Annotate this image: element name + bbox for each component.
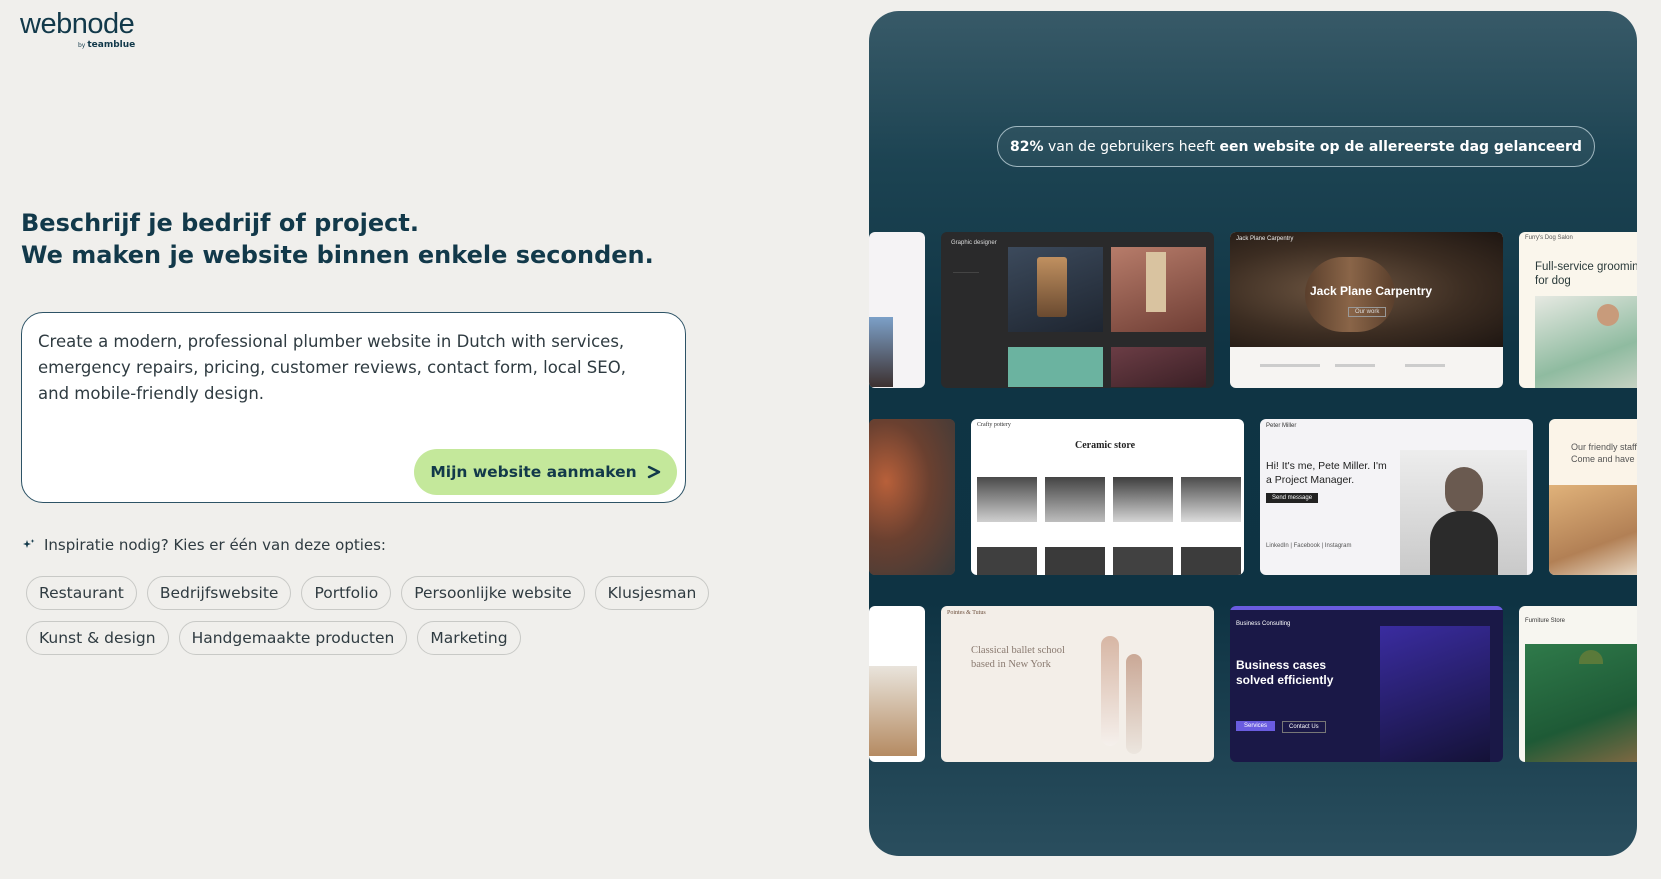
showcase-panel: 82% van de gebruikers heeft een website …	[869, 11, 1637, 856]
headline-line-1: Beschrijf je bedrijf of project.	[21, 209, 419, 237]
chip-klusjesman[interactable]: Klusjesman	[594, 576, 710, 610]
sparkle-icon	[23, 539, 35, 548]
logo-byline: by teamblue	[78, 40, 136, 50]
template-preview-graphic-designer: Graphic designer	[941, 232, 1214, 388]
create-website-label: Mijn website aanmaken	[430, 463, 637, 481]
template-preview-partial	[869, 232, 925, 388]
template-preview-furniture-store: Furniture Store	[1519, 606, 1637, 762]
chip-portfolio[interactable]: Portfolio	[301, 576, 392, 610]
template-preview-partial	[869, 419, 955, 575]
prompt-input-box[interactable]: Create a modern, professional plumber we…	[21, 312, 686, 503]
template-preview-pottery: Crafty pottery Ceramic store	[971, 419, 1244, 575]
prompt-textarea[interactable]: Create a modern, professional plumber we…	[38, 329, 638, 407]
chip-persoonlijke-website[interactable]: Persoonlijke website	[401, 576, 585, 610]
chip-bedrijfswebsite[interactable]: Bedrijfswebsite	[146, 576, 292, 610]
template-preview-business-consulting: Business Consulting Business cases solve…	[1230, 606, 1503, 762]
template-preview-partial	[869, 606, 925, 762]
template-preview-dog-salon: Furry's Dog Salon Full-service grooming …	[1519, 232, 1637, 388]
create-website-button[interactable]: Mijn website aanmaken	[414, 449, 677, 495]
webnode-logo[interactable]: webnode by teamblue	[20, 8, 135, 50]
chip-restaurant[interactable]: Restaurant	[26, 576, 137, 610]
template-preview-friendly-staff: Our friendly staff wi Come and have you	[1549, 419, 1637, 575]
page-headline: Beschrijf je bedrijf of project. We make…	[21, 207, 654, 271]
template-preview-ballet: Pointes & Tutus Classical ballet school …	[941, 606, 1214, 762]
chip-marketing[interactable]: Marketing	[417, 621, 521, 655]
inspiration-chips: Restaurant Bedrijfswebsite Portfolio Per…	[26, 576, 726, 666]
template-preview-carpentry: Jack Plane Carpentry Jack Plane Carpentr…	[1230, 232, 1503, 388]
chip-handgemaakte-producten[interactable]: Handgemaakte producten	[178, 621, 408, 655]
stat-pill: 82% van de gebruikers heeft een website …	[997, 126, 1595, 167]
arrow-right-icon	[647, 465, 660, 479]
logo-wordmark: webnode	[20, 8, 135, 40]
chip-row-1: Restaurant Bedrijfswebsite Portfolio Per…	[26, 576, 726, 610]
chip-kunst-design[interactable]: Kunst & design	[26, 621, 169, 655]
headline-line-2: We maken je website binnen enkele second…	[21, 241, 654, 269]
template-preview-project-manager: Peter Miller Hi! It's me, Pete Miller. I…	[1260, 419, 1533, 575]
chip-row-2: Kunst & design Handgemaakte producten Ma…	[26, 621, 726, 655]
inspiration-label: Inspiratie nodig? Kies er één van deze o…	[44, 536, 386, 554]
inspiration-hint: Inspiratie nodig? Kies er één van deze o…	[22, 536, 386, 554]
